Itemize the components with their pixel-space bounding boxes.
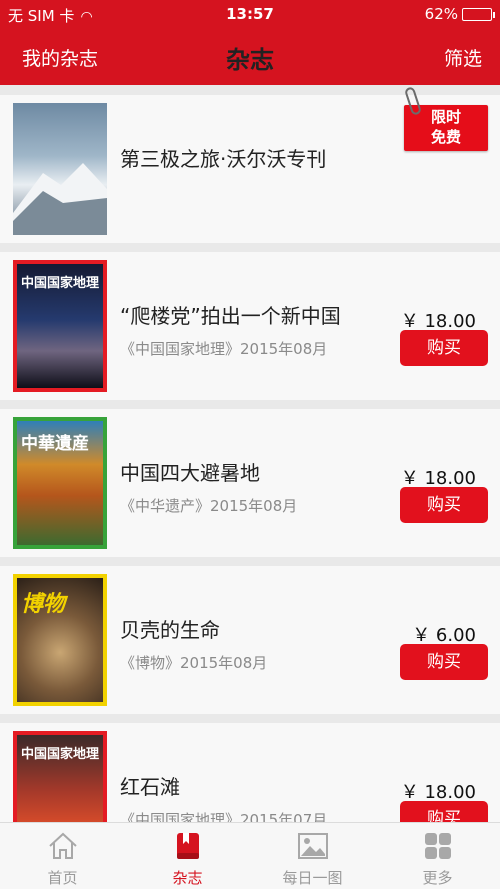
- cover-masthead: 中国国家地理: [21, 276, 100, 291]
- tab-bar: 首页 杂志 每日一图 更多: [0, 822, 500, 889]
- tab-label: 每日一图: [282, 869, 343, 887]
- buy-button[interactable]: 购买: [400, 330, 488, 366]
- buy-button[interactable]: 购买: [400, 801, 488, 822]
- tab-daily-image[interactable]: 每日一图: [250, 823, 375, 889]
- magazine-cover[interactable]: 中国国家地理: [13, 260, 107, 392]
- cover-masthead: 中華遺産: [21, 434, 89, 454]
- magazine-cover[interactable]: 博物: [13, 574, 107, 706]
- mountain-illustration: [13, 163, 107, 235]
- image-icon: [297, 833, 328, 859]
- filter-button[interactable]: 筛选: [444, 44, 482, 71]
- home-icon: [48, 832, 77, 859]
- cover-masthead: 博物: [21, 592, 66, 617]
- battery-percent: 62%: [424, 5, 458, 23]
- tab-magazines[interactable]: 杂志: [125, 823, 250, 889]
- tab-label: 首页: [47, 869, 78, 887]
- tab-more[interactable]: 更多: [375, 823, 500, 889]
- magazine-cover[interactable]: 中国国家地理: [13, 731, 107, 822]
- magazine-cover[interactable]: 中華遺産: [13, 417, 107, 549]
- nav-bar: 我的杂志 杂志 筛选: [0, 30, 500, 84]
- item-title: 红石滩: [120, 775, 180, 799]
- app-header: 无 SIM 卡 ◠ 13:57 62% 我的杂志 杂志 筛选: [0, 0, 500, 85]
- list-item[interactable]: 中華遺産 中国四大避暑地 《中华遗产》2015年08月 ￥ 18.00 购买: [0, 409, 500, 557]
- tab-home[interactable]: 首页: [0, 823, 125, 889]
- list-item[interactable]: 中国国家地理 红石滩 《中国国家地理》2015年07月 ￥ 18.00 购买: [0, 723, 500, 822]
- list-item[interactable]: 中国国家地理 “爬楼党”拍出一个新中国 《中国国家地理》2015年08月 ￥ 1…: [0, 252, 500, 400]
- list-item[interactable]: 博物 贝壳的生命 《博物》2015年08月 ￥ 6.00 购买: [0, 566, 500, 714]
- buy-button[interactable]: 购买: [400, 487, 488, 523]
- item-source: 《中华遗产》2015年08月: [120, 497, 298, 515]
- item-source: 《中国国家地理》2015年08月: [120, 340, 328, 358]
- magazine-cover[interactable]: [13, 103, 107, 235]
- item-title: 第三极之旅·沃尔沃专刊: [120, 147, 327, 171]
- item-title: 中国四大避暑地: [120, 461, 260, 485]
- buy-button[interactable]: 购买: [400, 644, 488, 680]
- battery-indicator: 62%: [424, 5, 495, 23]
- item-source: 《博物》2015年08月: [120, 654, 268, 672]
- status-bar: 无 SIM 卡 ◠ 13:57 62%: [0, 0, 500, 28]
- book-icon: [176, 833, 199, 859]
- item-title: 贝壳的生命: [120, 618, 220, 642]
- magazine-list[interactable]: 第三极之旅·沃尔沃专刊 限时 免费 中国国家地理 “爬楼党”拍出一个新中国 《中…: [0, 85, 500, 822]
- list-item-promo[interactable]: 第三极之旅·沃尔沃专刊 限时 免费: [0, 86, 500, 243]
- item-title: “爬楼党”拍出一个新中国: [120, 304, 341, 328]
- cover-masthead: 中国国家地理: [21, 747, 100, 762]
- battery-icon: [462, 7, 495, 21]
- tab-label: 更多: [422, 869, 453, 887]
- item-source: 《中国国家地理》2015年07月: [120, 811, 328, 822]
- tab-label: 杂志: [172, 869, 203, 887]
- grid-icon: [424, 833, 451, 859]
- page-title: 杂志: [226, 46, 274, 74]
